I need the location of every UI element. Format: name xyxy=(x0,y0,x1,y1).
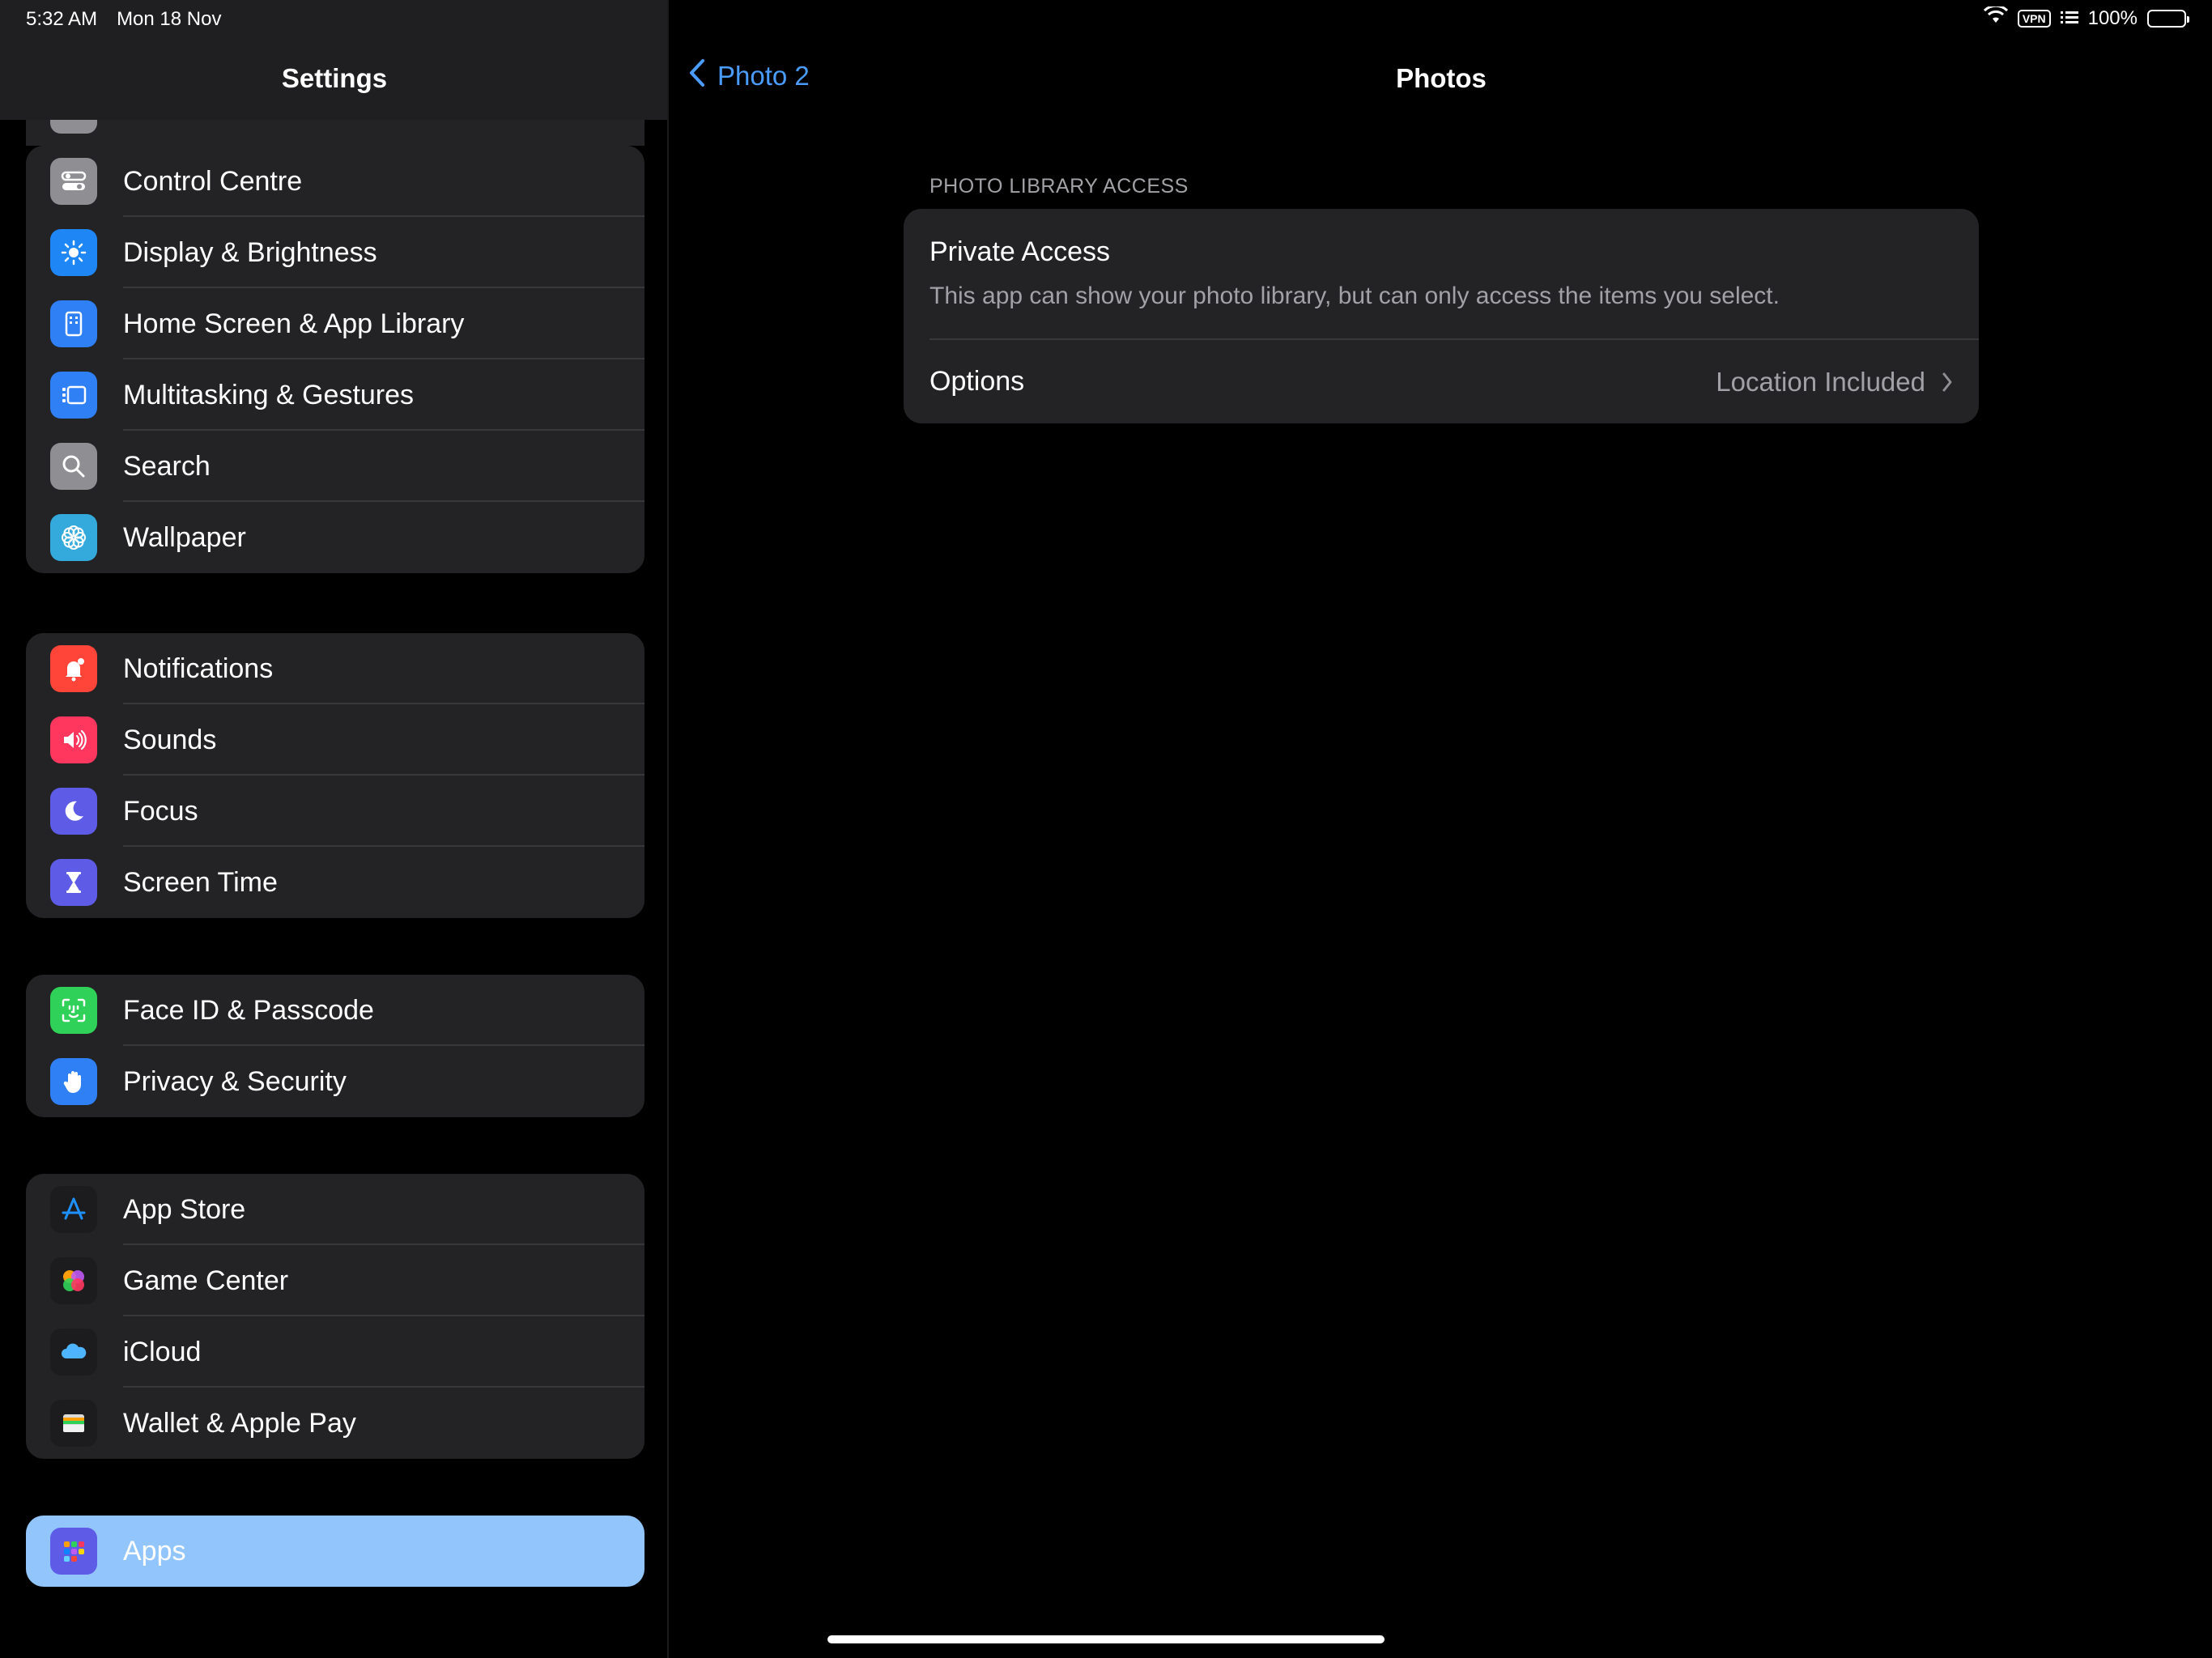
sidebar-item-sounds[interactable]: Sounds xyxy=(26,704,644,776)
sidebar-item-label: Wallet & Apple Pay xyxy=(123,1407,356,1439)
wifi-icon xyxy=(1983,4,2008,30)
sidebar-title: Settings xyxy=(281,63,388,93)
chevron-right-icon xyxy=(1942,372,1953,393)
section-header: PHOTO LIBRARY ACCESS xyxy=(929,175,1189,198)
sidebar-item-display-and-brightness[interactable]: Display & Brightness xyxy=(26,217,644,288)
sidebar-item-face-id-and-passcode[interactable]: Face ID & Passcode xyxy=(26,975,644,1046)
battery-icon xyxy=(2147,9,2189,28)
sidebar-item-label: Multitasking & Gestures xyxy=(123,379,415,410)
settings-sidebar: Settings CameraControl CentreDisplay & B… xyxy=(0,0,669,1658)
status-bar-left: 5:32 AM Mon 18 Nov xyxy=(26,8,221,31)
flower-icon xyxy=(50,514,97,561)
sidebar-item-label: Home Screen & App Library xyxy=(123,308,465,339)
control-centre-icon xyxy=(50,158,97,205)
sidebar-item-apps[interactable]: Apps xyxy=(26,1516,644,1587)
sidebar-item-screen-time[interactable]: Screen Time xyxy=(26,847,644,918)
multitasking-icon xyxy=(50,372,97,419)
sidebar-group: Control Centre Display & Brightness Home S… xyxy=(26,146,644,573)
sidebar-group: App Store Game Center iCloud Wallet & Apple… xyxy=(26,1174,644,1459)
sidebar-item-label: Display & Brightness xyxy=(123,236,377,268)
sidebar-item-label: Screen Time xyxy=(123,866,278,898)
status-bar-right: VPN 100% xyxy=(1983,4,2189,30)
sidebar-item-app-store[interactable]: App Store xyxy=(26,1174,644,1245)
options-row[interactable]: Options Location Included xyxy=(904,340,1979,423)
battery-percentage: 100% xyxy=(2087,6,2138,29)
sidebar-group: Apps xyxy=(26,1516,644,1587)
sidebar-item-label: App Store xyxy=(123,1193,246,1225)
sun-icon xyxy=(50,229,97,276)
home-screen-icon xyxy=(50,300,97,347)
apps-grid-icon xyxy=(50,1528,97,1575)
face-id-icon xyxy=(50,987,97,1034)
sidebar-item-control-centre[interactable]: Control Centre xyxy=(26,146,644,217)
home-indicator[interactable] xyxy=(827,1635,1385,1643)
sidebar-item-label: iCloud xyxy=(123,1336,202,1367)
sidebar-group: Face ID & Passcode Privacy & Security xyxy=(26,975,644,1117)
list-icon xyxy=(2060,7,2078,30)
hourglass-icon xyxy=(50,859,97,906)
vpn-badge: VPN xyxy=(2017,9,2051,28)
sidebar-item-label: Face ID & Passcode xyxy=(123,994,374,1026)
sidebar-item-label: Focus xyxy=(123,795,198,827)
bell-icon xyxy=(50,645,97,692)
sidebar-item-label: Control Centre xyxy=(123,165,303,197)
back-button[interactable]: Photo 2 xyxy=(688,58,810,94)
sidebar-item-label: Apps xyxy=(123,1535,186,1567)
moon-icon xyxy=(50,788,97,835)
status-date: Mon 18 Nov xyxy=(117,8,222,30)
page-title: Photos xyxy=(1396,63,1487,93)
wallet-icon xyxy=(50,1400,97,1447)
private-access-title[interactable]: Private Access xyxy=(929,236,1110,268)
sidebar-item-wallpaper[interactable]: Wallpaper xyxy=(26,502,644,573)
sidebar-item-label: Sounds xyxy=(123,724,217,755)
game-center-icon xyxy=(50,1257,97,1304)
status-time: 5:32 AM xyxy=(26,8,98,30)
sidebar-item-wallet-and-apple-pay[interactable]: Wallet & Apple Pay xyxy=(26,1388,644,1459)
speaker-icon xyxy=(50,716,97,763)
photo-access-group: Private Access This app can show your ph… xyxy=(904,209,1979,423)
sidebar-item-label: Notifications xyxy=(123,653,274,684)
sidebar-item-game-center[interactable]: Game Center xyxy=(26,1245,644,1316)
sidebar-item-notifications[interactable]: Notifications xyxy=(26,633,644,704)
options-value: Location Included xyxy=(1716,366,1925,397)
sidebar-item-label: Game Center xyxy=(123,1265,289,1296)
sidebar-item-multitasking-and-gestures[interactable]: Multitasking & Gestures xyxy=(26,359,644,431)
sidebar-group: Notifications Sounds Focus Screen Time xyxy=(26,633,644,918)
chevron-left-icon xyxy=(688,58,706,94)
app-store-icon xyxy=(50,1186,97,1233)
search-icon xyxy=(50,443,97,490)
sidebar-item-icloud[interactable]: iCloud xyxy=(26,1316,644,1388)
sidebar-item-search[interactable]: Search xyxy=(26,431,644,502)
sidebar-item-privacy-and-security[interactable]: Privacy & Security xyxy=(26,1046,644,1117)
back-label: Photo 2 xyxy=(717,61,810,91)
sidebar-item-label: Privacy & Security xyxy=(123,1065,347,1097)
private-access-description: This app can show your photo library, bu… xyxy=(929,283,1780,309)
sidebar-item-label: Wallpaper xyxy=(123,521,246,553)
cloud-icon xyxy=(50,1329,97,1375)
options-label: Options xyxy=(929,366,1025,397)
sidebar-item-focus[interactable]: Focus xyxy=(26,776,644,847)
sidebar-item-label: Search xyxy=(123,450,211,482)
sidebar-item-home-screen-and-app-library[interactable]: Home Screen & App Library xyxy=(26,288,644,359)
hand-icon xyxy=(50,1058,97,1105)
